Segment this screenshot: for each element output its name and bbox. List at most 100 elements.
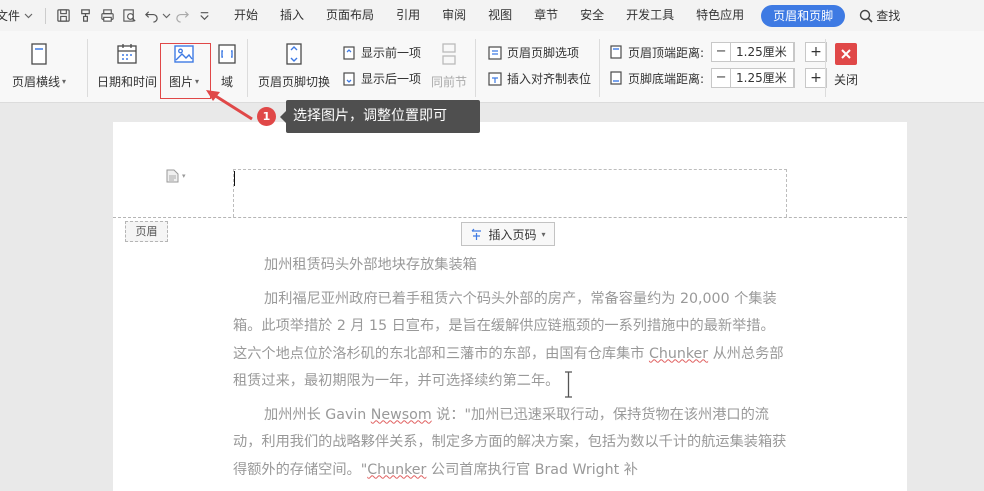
tab-home[interactable]: 开始 — [223, 0, 269, 31]
header-distance-icon — [610, 45, 622, 59]
header-footer-options-label: 页眉页脚选项 — [507, 46, 580, 60]
page-number-icon — [472, 228, 482, 240]
header-edit-zone[interactable] — [233, 169, 787, 217]
misspelled-word: Chunker — [648, 345, 709, 362]
misspelled-word: Chunker — [367, 461, 427, 478]
instruction-tooltip: 选择图片，调整位置即可 — [280, 100, 480, 133]
i-beam-cursor-icon — [565, 371, 572, 398]
tab-insert[interactable]: 插入 — [269, 0, 315, 31]
divider — [475, 39, 476, 97]
tab-header-footer[interactable]: 页眉和页脚 — [761, 4, 846, 27]
footer-bottom-value[interactable]: 1.25厘米 — [730, 69, 795, 87]
decrement-button[interactable]: − — [712, 69, 730, 87]
same-as-previous-icon — [436, 41, 462, 67]
text-caret — [234, 171, 235, 186]
header-top-label: 页眉顶端距离: — [628, 45, 705, 60]
tab-review[interactable]: 审阅 — [431, 0, 477, 31]
paragraph: 加州州长 Gavin Newsom 说："加州已迅速采取行动，保持货物在该州港口… — [233, 402, 787, 485]
chevron-down-icon[interactable] — [162, 13, 171, 19]
header-footer-options-button[interactable]: 页眉页脚选项 — [487, 44, 579, 61]
tab-special-features[interactable]: 特色应用 — [685, 0, 755, 31]
switch-icon — [281, 41, 307, 67]
show-next-label: 显示后一项 — [361, 72, 422, 86]
tab-security[interactable]: 安全 — [569, 0, 615, 31]
dropdown-arrow-icon: ▾ — [62, 77, 67, 86]
undo-icon[interactable] — [140, 5, 162, 27]
ribbon: 页眉横线 ▾ 日期和时间 图片 ▾ 域 页眉页脚切换 显示前一项 显示后一项 同前节… — [0, 31, 984, 103]
menu-bar: 文件 开始 插入 页面布局 引用 审阅 视图 章节 安全 开发工具 特色应用 页… — [0, 0, 984, 31]
redo-icon[interactable] — [171, 5, 193, 27]
increment-button[interactable]: + — [805, 68, 828, 88]
same-as-previous-label: 同前节 — [431, 75, 468, 89]
tab-view[interactable]: 视图 — [477, 0, 523, 31]
show-previous-icon — [343, 45, 355, 60]
search-label: 查找 — [876, 9, 901, 23]
divider — [825, 39, 826, 97]
misspelled-word: Newsom — [370, 406, 432, 423]
header-top-value[interactable]: 1.25厘米 — [730, 43, 795, 61]
customize-toolbar-icon[interactable] — [193, 5, 215, 27]
options-icon — [488, 45, 502, 60]
header-line-button[interactable]: 页眉横线 ▾ — [12, 41, 66, 90]
increment-button[interactable]: + — [805, 42, 828, 62]
file-menu-label: 文件 — [0, 9, 21, 23]
pointer-arrow-icon — [206, 90, 253, 121]
field-icon — [214, 41, 240, 67]
document-page[interactable]: ▾ 页眉 插入页码 ▾ 加州租赁码头外部地块存放集装箱 加利福尼亚州政府已着手租… — [113, 122, 907, 491]
document-icon — [166, 169, 179, 183]
chevron-down-icon — [24, 13, 33, 18]
print-preview-icon[interactable] — [118, 5, 140, 27]
format-painter-icon[interactable] — [74, 5, 96, 27]
same-as-previous-button[interactable]: 同前节 — [431, 41, 467, 90]
header-footer-switch-button[interactable]: 页眉页脚切换 — [258, 41, 330, 90]
footer-distance-icon — [610, 71, 622, 85]
tab-page-layout[interactable]: 页面布局 — [315, 0, 385, 31]
close-header-footer-button[interactable]: 关闭 — [834, 43, 858, 88]
header-separator — [113, 217, 907, 218]
footer-bottom-stepper[interactable]: − 1.25厘米 — [711, 68, 796, 88]
show-previous-label: 显示前一项 — [361, 46, 422, 60]
date-time-button[interactable]: 日期和时间 — [97, 41, 157, 90]
header-line-icon — [26, 41, 52, 67]
footer-bottom-label: 页脚底端距离: — [628, 71, 705, 86]
footer-bottom-distance: 页脚底端距离: − 1.25厘米 + — [608, 68, 828, 88]
header-line-label: 页眉横线 — [12, 75, 61, 89]
header-top-distance: 页眉顶端距离: − 1.25厘米 + — [608, 42, 828, 62]
close-icon — [835, 43, 857, 65]
insert-page-number-label: 插入页码 — [488, 227, 537, 242]
show-next-icon — [343, 71, 355, 86]
search-icon — [859, 9, 873, 23]
tab-developer[interactable]: 开发工具 — [615, 0, 685, 31]
divider — [599, 39, 600, 97]
document-title: 加州租赁码头外部地块存放集装箱 — [264, 257, 477, 273]
file-menu[interactable]: 文件 — [0, 7, 39, 24]
tab-section[interactable]: 章节 — [523, 0, 569, 31]
insert-page-number-button[interactable]: 插入页码 ▾ — [461, 222, 555, 246]
field-button[interactable]: 域 — [214, 41, 240, 90]
close-label: 关闭 — [834, 73, 859, 87]
page-menu[interactable]: ▾ — [166, 169, 186, 183]
document-body[interactable]: 加州租赁码头外部地块存放集装箱 加利福尼亚州政府已着手租赁六个码头外部的房产，常… — [233, 252, 787, 490]
tab-references[interactable]: 引用 — [385, 0, 431, 31]
decrement-button[interactable]: − — [712, 43, 730, 61]
switch-label: 页眉页脚切换 — [258, 75, 331, 89]
print-icon[interactable] — [96, 5, 118, 27]
paragraph: 加利福尼亚州政府已着手租赁六个码头外部的房产，常备容量约为 20,000 个集装… — [233, 286, 787, 396]
show-previous-button[interactable]: 显示前一项 — [341, 44, 421, 61]
insert-align-tab-button[interactable]: 插入对齐制表位 — [487, 70, 591, 87]
search-button[interactable]: 查找 — [859, 7, 900, 24]
paragraph-text: 加州州长 Gavin — [264, 406, 371, 423]
header-top-stepper[interactable]: − 1.25厘米 — [711, 42, 796, 62]
dropdown-arrow-icon: ▾ — [541, 229, 546, 239]
show-next-button[interactable]: 显示后一项 — [341, 70, 421, 87]
save-icon[interactable] — [52, 5, 74, 27]
calendar-icon — [114, 41, 140, 67]
insert-align-tab-label: 插入对齐制表位 — [507, 72, 592, 86]
date-time-label: 日期和时间 — [97, 75, 158, 89]
header-tag: 页眉 — [125, 221, 168, 242]
step-badge: 1 — [257, 107, 276, 126]
align-tab-icon — [488, 71, 502, 86]
paragraph-text: 公司首席执行官 Brad Wright 补 — [426, 461, 638, 478]
divider — [45, 7, 47, 24]
dropdown-arrow-icon: ▾ — [182, 172, 186, 180]
